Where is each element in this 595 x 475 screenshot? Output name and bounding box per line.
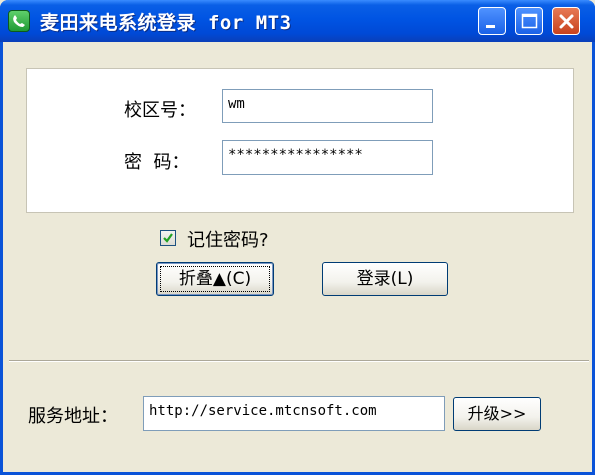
service-url-field[interactable]: http://service.mtcnsoft.com bbox=[143, 396, 445, 431]
service-label: 服务地址： bbox=[28, 406, 118, 427]
minimize-button[interactable] bbox=[478, 7, 506, 35]
maximize-icon bbox=[521, 13, 538, 29]
check-icon bbox=[163, 233, 173, 243]
login-window: 麦田来电系统登录 for MT3 校区号： wm 密 码： **********… bbox=[0, 0, 595, 475]
password-label: 密 码： bbox=[124, 152, 190, 173]
minimize-icon bbox=[486, 25, 495, 28]
remember-checkbox[interactable] bbox=[160, 230, 176, 246]
separator bbox=[9, 360, 589, 362]
login-button[interactable]: 登录(L) bbox=[322, 262, 448, 296]
title-bar[interactable]: 麦田来电系统登录 for MT3 bbox=[0, 0, 595, 42]
phone-icon bbox=[8, 10, 30, 32]
password-field[interactable]: **************** bbox=[222, 140, 433, 175]
window-title: 麦田来电系统登录 for MT3 bbox=[40, 12, 292, 34]
remember-label[interactable]: 记住密码? bbox=[187, 226, 269, 252]
campus-label: 校区号： bbox=[124, 100, 196, 121]
close-icon bbox=[559, 14, 574, 29]
campus-field[interactable]: wm bbox=[222, 89, 433, 123]
fold-button[interactable]: 折叠▲(C) bbox=[156, 262, 274, 296]
close-button[interactable] bbox=[552, 7, 580, 35]
maximize-button[interactable] bbox=[515, 7, 543, 35]
upgrade-button[interactable]: 升级>> bbox=[453, 397, 541, 431]
